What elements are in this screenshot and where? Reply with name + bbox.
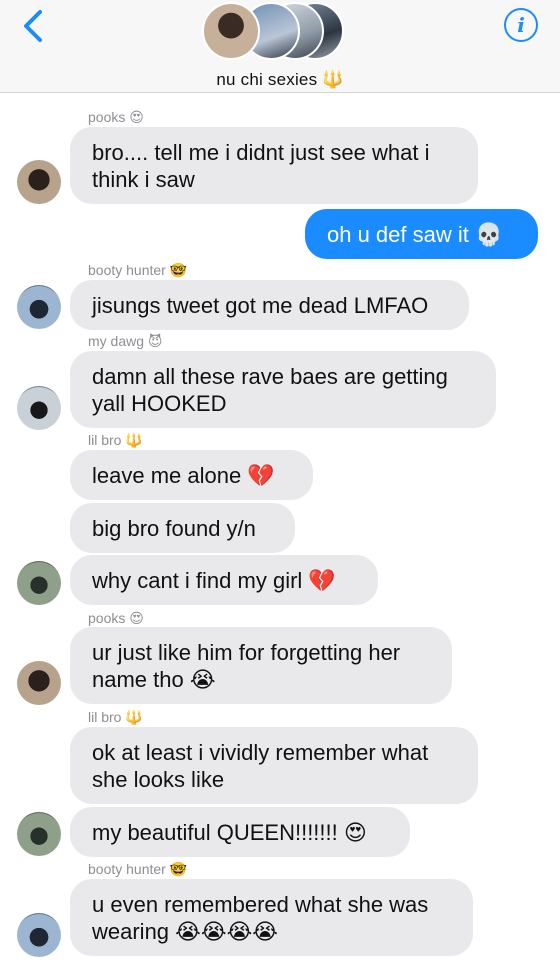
- info-icon[interactable]: i: [504, 8, 538, 42]
- message-bubble[interactable]: bro.... tell me i didnt just see what i …: [70, 127, 478, 204]
- message-bubble[interactable]: leave me alone 💔: [70, 450, 313, 500]
- avatar[interactable]: [17, 812, 61, 856]
- sender-name: pooks 😍: [88, 109, 144, 125]
- avatar[interactable]: [17, 386, 61, 430]
- message-bubble-sent[interactable]: oh u def saw it 💀: [305, 209, 538, 259]
- avatar[interactable]: [17, 160, 61, 204]
- message-bubble[interactable]: ur just like him for forgetting her name…: [70, 627, 452, 704]
- message-thread[interactable]: pooks 😍 bro.... tell me i didnt just see…: [0, 93, 560, 960]
- message-bubble[interactable]: big bro found y/n: [70, 503, 295, 553]
- sender-name: my dawg 😈: [88, 333, 163, 349]
- message-bubble[interactable]: why cant i find my girl 💔: [70, 555, 378, 605]
- message-bubble[interactable]: jisungs tweet got me dead LMFAO: [70, 280, 469, 330]
- sender-name: lil bro 🔱: [88, 709, 143, 725]
- avatar[interactable]: [17, 913, 61, 957]
- avatar[interactable]: [17, 561, 61, 605]
- message-bubble[interactable]: u even remembered what she was wearing 😭…: [70, 879, 473, 956]
- sender-name: pooks 😍: [88, 610, 144, 626]
- conversation-header: nu chi sexies 🔱 i: [0, 0, 560, 93]
- message-bubble[interactable]: my beautiful QUEEN!!!!!!! 😍: [70, 807, 410, 857]
- avatar[interactable]: [17, 285, 61, 329]
- avatar[interactable]: [17, 661, 61, 705]
- sender-name: booty hunter 🤓: [88, 262, 188, 278]
- group-avatars[interactable]: [202, 2, 344, 66]
- sender-name: booty hunter 🤓: [88, 861, 188, 877]
- group-avatar: [202, 2, 260, 60]
- sender-name: lil bro 🔱: [88, 432, 143, 448]
- message-bubble[interactable]: ok at least i vividly remember what she …: [70, 727, 478, 804]
- back-chevron-icon[interactable]: [22, 8, 56, 44]
- message-bubble[interactable]: damn all these rave baes are getting yal…: [70, 351, 496, 428]
- group-name[interactable]: nu chi sexies 🔱: [0, 70, 560, 90]
